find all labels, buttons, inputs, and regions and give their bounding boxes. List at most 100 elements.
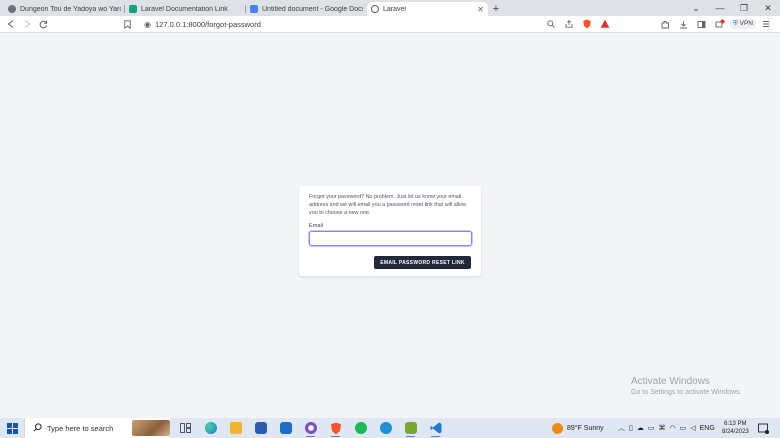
search-highlight-image xyxy=(132,420,170,436)
edge-icon xyxy=(204,422,217,434)
windows-logo-icon xyxy=(6,422,18,434)
edge-dev-icon xyxy=(379,422,392,434)
vpn-icon: ⛨ xyxy=(732,20,738,27)
clock[interactable]: 6:13 PM 8/24/2023 xyxy=(722,420,749,436)
search-icon xyxy=(33,422,42,434)
forward-arrow-icon xyxy=(24,20,31,28)
share-icon[interactable] xyxy=(561,16,577,32)
store-button[interactable] xyxy=(251,419,270,437)
mail-icon xyxy=(279,422,292,434)
menu-icon[interactable] xyxy=(758,16,774,32)
reload-icon xyxy=(39,20,47,28)
tab-title: Dungeon Tou de Yadoya wo Yarou! Sa xyxy=(20,5,121,13)
brave-button[interactable] xyxy=(326,419,345,437)
language-indicator[interactable]: ENG xyxy=(700,425,715,432)
email-label: Email xyxy=(309,222,323,229)
copilot-icon xyxy=(304,422,317,434)
clock-time: 6:13 PM xyxy=(724,421,747,427)
spotify-button[interactable] xyxy=(351,419,370,437)
tab-laravel-docs[interactable]: Laravel Documentation Link xyxy=(125,2,246,16)
store-icon xyxy=(254,422,267,434)
copilot-button[interactable] xyxy=(301,419,320,437)
system-tray: ︿ ▯ ☁ ▭ ⌘ ◠ ▭ ◁ ENG xyxy=(618,418,715,438)
tray-bluetooth-icon[interactable]: ⌘ xyxy=(658,424,665,432)
forgot-password-message: Forgot your password? No problem. Just l… xyxy=(309,194,466,217)
wallet-icon[interactable] xyxy=(712,16,728,32)
toolbar-right: ⛨ VPN xyxy=(658,16,774,32)
battery-icon[interactable]: ▭ xyxy=(680,424,687,432)
docs-icon xyxy=(250,5,258,13)
task-view-button[interactable] xyxy=(176,419,195,437)
downloads-icon[interactable] xyxy=(676,16,692,32)
tab-title: Laravel Documentation Link xyxy=(141,5,228,13)
address-bar[interactable]: ◉ 127.0.0.1:8000/forgot-password xyxy=(138,17,613,31)
mail-button[interactable] xyxy=(276,419,295,437)
volume-icon[interactable]: ◁ xyxy=(690,424,695,432)
tab-search-icon[interactable]: ⌄ xyxy=(684,3,708,14)
brave-icon xyxy=(330,422,341,434)
back-button[interactable] xyxy=(3,16,19,32)
tray-app-icon[interactable]: ▯ xyxy=(629,424,633,432)
taskbar: Type here to search 89°F Sunny ︿ ▯ ☁ ▭ ⌘… xyxy=(0,418,780,438)
tab-title: Untitled document - Google Docs xyxy=(262,5,363,13)
vpn-label: VPN xyxy=(739,20,753,27)
bookmark-button[interactable] xyxy=(119,16,135,32)
task-view-icon xyxy=(180,423,191,433)
tray-display-icon[interactable]: ▭ xyxy=(648,424,655,432)
email-password-reset-link-button[interactable]: EMAIL PASSWORD RESET LINK xyxy=(374,256,471,269)
url-text: 127.0.0.1:8000/forgot-password xyxy=(154,19,261,29)
vscode-button[interactable] xyxy=(426,419,445,437)
site-info-icon[interactable]: ◉ xyxy=(144,20,151,29)
notepad-plus-button[interactable] xyxy=(401,419,420,437)
file-explorer-icon xyxy=(229,422,242,434)
weather-text: 89°F Sunny xyxy=(567,424,604,432)
spotify-icon xyxy=(354,422,367,434)
tab-dungeon[interactable]: Dungeon Tou de Yadoya wo Yarou! Sa xyxy=(4,2,125,16)
activate-windows-watermark: Activate Windows Go to Settings to activ… xyxy=(631,376,742,396)
globe-icon xyxy=(371,5,379,13)
minimize-button[interactable]: — xyxy=(708,3,732,13)
zoom-icon[interactable] xyxy=(543,16,559,32)
edge-button[interactable] xyxy=(201,419,220,437)
forgot-password-card: Forgot your password? No problem. Just l… xyxy=(299,186,481,276)
clock-date: 8/24/2023 xyxy=(722,429,749,435)
chevron-up-icon[interactable]: ︿ xyxy=(618,423,625,433)
sidebar-icon[interactable] xyxy=(694,16,710,32)
start-button[interactable] xyxy=(0,418,24,438)
edge-dev-button[interactable] xyxy=(376,419,395,437)
weather-widget[interactable]: 89°F Sunny xyxy=(552,418,604,438)
email-field[interactable] xyxy=(309,230,472,246)
brave-shields-icon[interactable] xyxy=(579,16,595,32)
reload-button[interactable] xyxy=(35,16,51,32)
brave-rewards-icon[interactable] xyxy=(597,16,613,32)
tab-google-docs[interactable]: Untitled document - Google Docs xyxy=(246,2,367,16)
browser-toolbar: ◉ 127.0.0.1:8000/forgot-password ⛨ VPN xyxy=(0,16,780,33)
window-controls: ⌄ — ❐ ✕ xyxy=(684,0,780,16)
notepad-plus-icon xyxy=(404,422,417,434)
back-arrow-icon xyxy=(7,20,14,28)
forward-button[interactable] xyxy=(19,16,35,32)
browser-tab-strip: Dungeon Tou de Yadoya wo Yarou! Sa Larav… xyxy=(0,0,780,16)
tab-favicon-icon xyxy=(8,5,16,13)
tab-favicon-icon xyxy=(129,5,137,13)
watermark-subtitle: Go to Settings to activate Windows. xyxy=(631,389,742,396)
new-tab-button[interactable]: + xyxy=(488,2,504,16)
wifi-icon[interactable]: ◠ xyxy=(669,424,675,432)
tab-title: Laravel xyxy=(383,5,406,13)
taskbar-search-box[interactable]: Type here to search xyxy=(24,418,170,438)
notifications-icon[interactable] xyxy=(757,422,769,434)
sun-icon xyxy=(552,422,563,434)
vscode-icon xyxy=(430,422,441,434)
search-placeholder: Type here to search xyxy=(47,423,114,433)
close-tab-icon[interactable]: ✕ xyxy=(477,5,484,14)
vpn-button[interactable]: ⛨ VPN xyxy=(729,19,756,29)
maximize-button[interactable]: ❐ xyxy=(732,3,756,14)
bookmark-icon xyxy=(123,19,131,29)
taskbar-apps xyxy=(176,419,445,437)
watermark-title: Activate Windows xyxy=(631,376,710,387)
file-explorer-button[interactable] xyxy=(226,419,245,437)
close-window-button[interactable]: ✕ xyxy=(756,3,780,14)
extensions-icon[interactable] xyxy=(658,16,674,32)
tab-laravel[interactable]: Laravel ✕ xyxy=(367,2,488,16)
onedrive-icon[interactable]: ☁ xyxy=(637,424,644,432)
